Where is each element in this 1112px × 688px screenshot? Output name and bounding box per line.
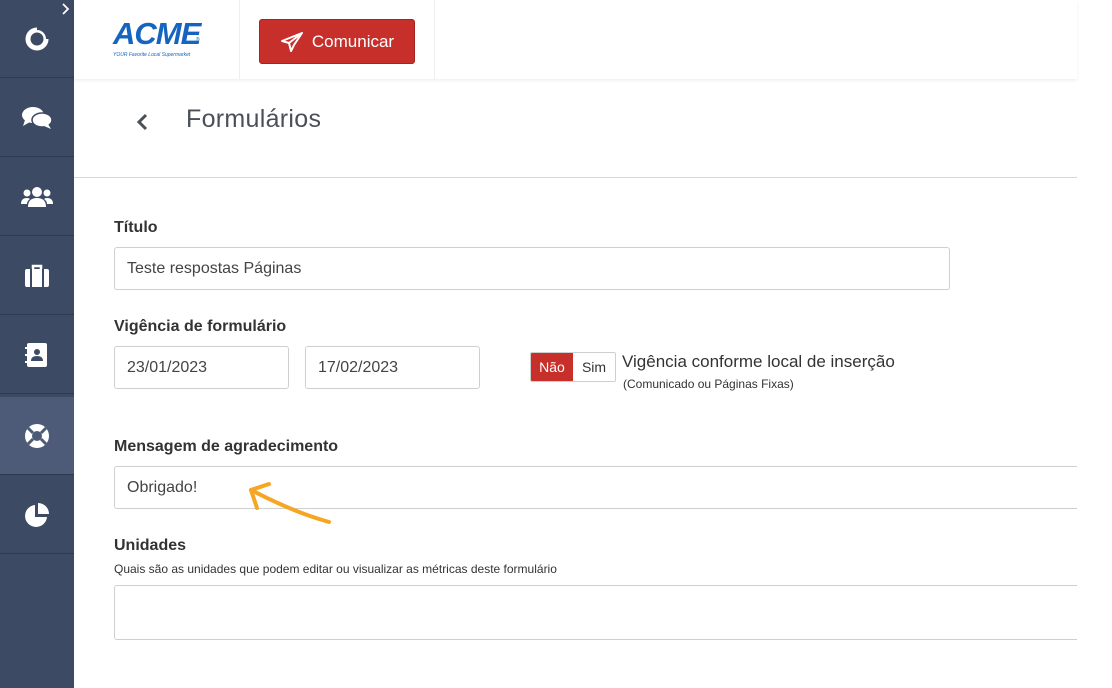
sidebar-item-contacts[interactable] (0, 316, 74, 394)
users-icon (21, 186, 53, 207)
sidebar-item-jobs[interactable] (0, 237, 74, 315)
units-hint: Quais são as unidades que podem editar o… (114, 562, 557, 576)
units-select[interactable] (114, 585, 1077, 640)
top-bar: ACME ® YOUR Favorite Local Supermarket C… (74, 0, 1077, 79)
app-window: ACME ® YOUR Favorite Local Supermarket C… (0, 0, 1112, 688)
toggle-yes-button[interactable]: Sim (573, 353, 615, 381)
logo[interactable]: ACME ® YOUR Favorite Local Supermarket (74, 0, 240, 79)
validity-option-subtext: (Comunicado ou Páginas Fixas) (623, 377, 794, 391)
sidebar-item-forms[interactable] (0, 397, 74, 475)
annotation-arrow-icon (249, 482, 331, 524)
chat-bubbles-icon (22, 106, 53, 129)
sidebar-item-people[interactable] (0, 158, 74, 236)
validity-option-text: Vigência conforme local de inserção (622, 352, 895, 371)
communicate-button[interactable]: Comunicar (259, 19, 415, 64)
briefcase-icon (25, 264, 49, 287)
sidebar-item-home[interactable] (0, 0, 74, 78)
toggle-no-button[interactable]: Não (531, 353, 573, 381)
support-ring-icon (25, 423, 49, 448)
paper-plane-icon (280, 31, 303, 52)
units-label: Unidades (114, 537, 187, 554)
logo-text: ACME (113, 16, 201, 51)
page-header: Formulários (74, 79, 1077, 178)
page-title: Formulários (186, 105, 322, 133)
end-date-input[interactable]: 17/02/2023 (305, 346, 480, 389)
title-input[interactable]: Teste respostas Páginas (114, 247, 950, 290)
address-book-icon (25, 342, 47, 367)
communicate-label: Comunicar (311, 31, 395, 51)
brand-ring-icon (25, 25, 50, 50)
sidebar (0, 0, 74, 688)
start-date-input[interactable]: 23/01/2023 (114, 346, 289, 389)
chevron-left-icon (136, 113, 148, 131)
validity-label: Vigência de formulário (114, 318, 287, 335)
pie-chart-icon (25, 502, 49, 527)
back-button[interactable] (130, 108, 154, 136)
logo-tagline: YOUR Favorite Local Supermarket (113, 52, 191, 58)
sidebar-item-chat[interactable] (0, 79, 74, 157)
sidebar-item-reports[interactable] (0, 476, 74, 554)
thanks-label: Mensagem de agradecimento (114, 438, 339, 455)
validity-toggle[interactable]: Não Sim (530, 352, 616, 382)
title-label: Título (114, 219, 158, 236)
